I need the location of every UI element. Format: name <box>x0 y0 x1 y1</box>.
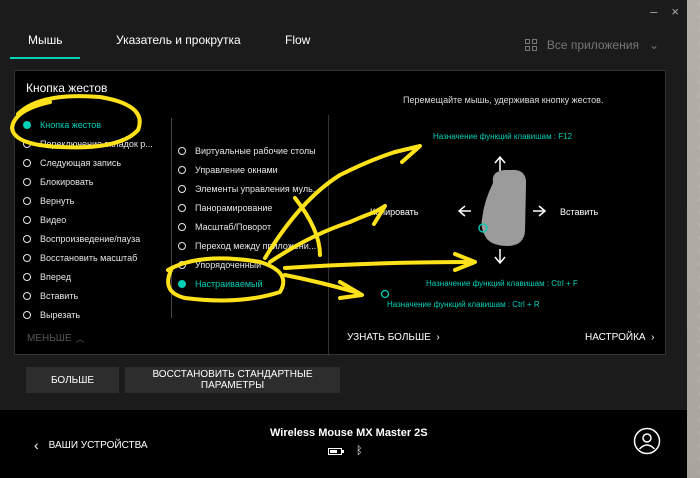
gesture-diagram <box>380 155 547 299</box>
arrow-left-icon <box>457 205 471 217</box>
arrow-right-icon <box>533 205 547 217</box>
grid-icon <box>524 39 537 51</box>
gesture-panel: Кнопка жестов Перемещайте мышь, удержива… <box>14 70 666 356</box>
tab-mouse[interactable]: Мышь <box>28 33 63 47</box>
app-selector-label: Все приложения <box>546 38 639 52</box>
account-icon[interactable] <box>633 427 661 455</box>
bluetooth-icon: ᛒ <box>356 445 363 457</box>
tab-flow[interactable]: Flow <box>285 33 310 47</box>
footer-bar: ‹ ВАШИ УСТРОЙСТВА Wireless Mouse MX Mast… <box>0 410 687 478</box>
tab-pointer-scroll[interactable]: Указатель и прокрутка <box>116 33 241 47</box>
arrow-up-icon <box>494 155 506 171</box>
window-controls: – × <box>650 5 679 18</box>
app-window: – × Мышь Указатель и прокрутка Flow Все … <box>0 0 687 478</box>
battery-icon <box>328 447 344 455</box>
chevron-left-icon: ‹ <box>34 437 39 453</box>
arrow-down-icon <box>494 249 506 265</box>
restore-defaults-button[interactable]: ВОССТАНОВИТЬ СТАНДАРТНЫЕ ПАРАМЕТРЫ <box>125 367 340 393</box>
more-button[interactable]: БОЛЬШЕ <box>26 367 119 393</box>
mouse-illustration <box>481 170 527 246</box>
minimize-button[interactable]: – <box>650 5 657 18</box>
your-devices-label: ВАШИ УСТРОЙСТВА <box>48 439 148 451</box>
app-selector[interactable]: Все приложения ⌄ <box>524 38 659 52</box>
device-status: ᛒ <box>328 445 363 457</box>
your-devices-link[interactable]: ‹ ВАШИ УСТРОЙСТВА <box>34 437 148 453</box>
close-button[interactable]: × <box>671 5 679 18</box>
active-tab-indicator <box>10 57 80 59</box>
click-marker <box>380 289 390 299</box>
chevron-down-icon: ⌄ <box>648 38 659 52</box>
device-name: Wireless Mouse MX Master 2S <box>270 427 428 439</box>
